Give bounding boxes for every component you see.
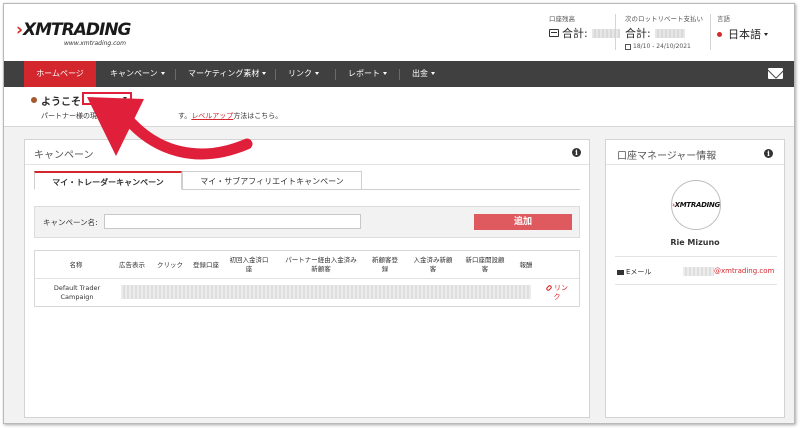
- redacted-row-values: [121, 285, 531, 299]
- envelope-icon: [617, 269, 624, 275]
- manager-email-value[interactable]: @xmtrading.com: [714, 267, 774, 275]
- col-header: 新口座開設顧客: [465, 256, 505, 273]
- info-icon[interactable]: i: [572, 148, 581, 157]
- top-header: ›XMTRADING www.xmtrading.com 口座残高 合計: 次の…: [4, 4, 794, 61]
- rebate-total: 合計:: [625, 25, 703, 41]
- nav-campaign[interactable]: キャンペーン: [110, 61, 165, 87]
- envelope-icon[interactable]: [768, 68, 783, 79]
- xmtrading-logo[interactable]: ›XMTRADING www.xmtrading.com: [16, 18, 132, 48]
- welcome-bar: ようこそ パートナー様の現在のレ す。レベルアップ方法はこちら。: [4, 87, 794, 127]
- nav-divider: [335, 69, 336, 80]
- rebate-block: 次のロットリベート支払い 合計: 18/10 - 24/10/2021: [625, 13, 703, 50]
- panel-divider: [615, 284, 777, 285]
- col-header: 報酬: [519, 260, 533, 269]
- link-icon: [545, 284, 553, 292]
- partner-level-dot: [31, 97, 37, 103]
- campaign-name-label: キャンペーン名:: [43, 218, 98, 227]
- language-label: 言語: [717, 15, 730, 23]
- tab-my-sub-affiliate-campaign[interactable]: マイ・サブアフィリエイトキャンペーン: [182, 171, 362, 190]
- nav-marketing-materials[interactable]: マーケティング素材: [188, 61, 267, 87]
- language-block: 言語 日本語: [717, 13, 768, 42]
- chevron-down-icon: [764, 32, 768, 36]
- redacted-value: [654, 28, 685, 38]
- col-header: 名称: [69, 260, 83, 269]
- main-nav: ホームページ キャンペーン マーケティング素材 リンク レポート 出金: [4, 61, 794, 87]
- col-header: 入金済み新顧客: [413, 256, 453, 273]
- header-divider: [615, 14, 616, 50]
- account-selector[interactable]: [82, 92, 132, 105]
- campaign-panel-title: キャンペーン: [34, 150, 94, 161]
- nav-home[interactable]: ホームページ: [24, 61, 96, 87]
- header-divider: [35, 278, 579, 279]
- welcome-title: ようこそ: [41, 97, 81, 108]
- account-balance-label: 口座残高: [549, 15, 575, 23]
- campaign-panel: キャンペーン i マイ・トレーダーキャンペーン マイ・サブアフィリエイトキャンペ…: [24, 139, 590, 418]
- app-window: ›XMTRADING www.xmtrading.com 口座残高 合計: 次の…: [3, 3, 795, 424]
- panel-divider: [25, 164, 589, 165]
- logo-url: www.xmtrading.com: [64, 40, 126, 47]
- chevron-down-icon: [315, 72, 319, 75]
- manager-email-label: Eメール: [617, 267, 651, 277]
- manager-name: Rie Mizuno: [670, 238, 720, 247]
- col-header: 新顧客登録: [372, 256, 398, 273]
- col-header: 初回入金済口座: [229, 256, 269, 273]
- level-up-link[interactable]: レベルアップ: [191, 112, 233, 120]
- account-balance-total: 合計:: [549, 25, 620, 41]
- col-header: 登録口座: [193, 260, 219, 269]
- japan-flag-icon: [717, 31, 722, 37]
- panel-divider: [606, 164, 784, 165]
- table-row-name: Default Trader Campaign: [53, 284, 101, 301]
- header-divider: [710, 14, 711, 50]
- account-manager-title: 口座マネージャー情報: [617, 151, 717, 162]
- nav-withdrawal[interactable]: 出金: [412, 61, 435, 87]
- wallet-icon: [549, 29, 559, 37]
- calendar-icon: [625, 43, 631, 50]
- rebate-label: 次のロットリベート支払い: [625, 15, 703, 23]
- col-header: パートナー経由入金済み新顧客: [285, 256, 357, 273]
- info-icon[interactable]: i: [764, 149, 773, 158]
- chevron-down-icon: [123, 97, 127, 100]
- nav-divider: [175, 69, 176, 80]
- rebate-period: 18/10 - 24/10/2021: [625, 43, 703, 50]
- chevron-down-icon: [160, 72, 165, 75]
- chevron-down-icon: [431, 72, 435, 75]
- account-balance-block: 口座残高 合計:: [549, 13, 620, 41]
- campaign-name-input[interactable]: [104, 214, 361, 229]
- manager-avatar-logo: › XMTRADING: [671, 180, 721, 230]
- redacted-email-user: [683, 267, 714, 276]
- tab-my-trader-campaign[interactable]: マイ・トレーダーキャンペーン: [34, 171, 182, 190]
- col-header: 広告表示: [119, 260, 145, 269]
- campaign-link[interactable]: リンク: [545, 284, 569, 302]
- add-button[interactable]: 追加: [474, 214, 572, 230]
- chevron-down-icon: [383, 72, 387, 75]
- campaign-search-box: キャンペーン名: 追加: [34, 206, 580, 238]
- campaign-table: 名称 広告表示 クリック 登録口座 初回入金済口座 パートナー経由入金済み新顧客…: [34, 250, 580, 307]
- nav-links[interactable]: リンク: [288, 61, 319, 87]
- nav-divider: [399, 69, 400, 80]
- account-manager-panel: 口座マネージャー情報 i › XMTRADING Rie Mizuno Eメール …: [605, 139, 785, 418]
- language-selector[interactable]: 日本語: [717, 26, 768, 42]
- nav-reports[interactable]: レポート: [348, 61, 387, 87]
- logo-wordmark: ›XMTRADING: [16, 20, 132, 40]
- col-header: クリック: [157, 260, 183, 269]
- welcome-subtitle: パートナー様の現在のレ す。レベルアップ方法はこちら。: [41, 112, 283, 120]
- nav-divider: [275, 69, 276, 80]
- chevron-down-icon: [262, 72, 267, 75]
- panel-divider: [615, 256, 777, 257]
